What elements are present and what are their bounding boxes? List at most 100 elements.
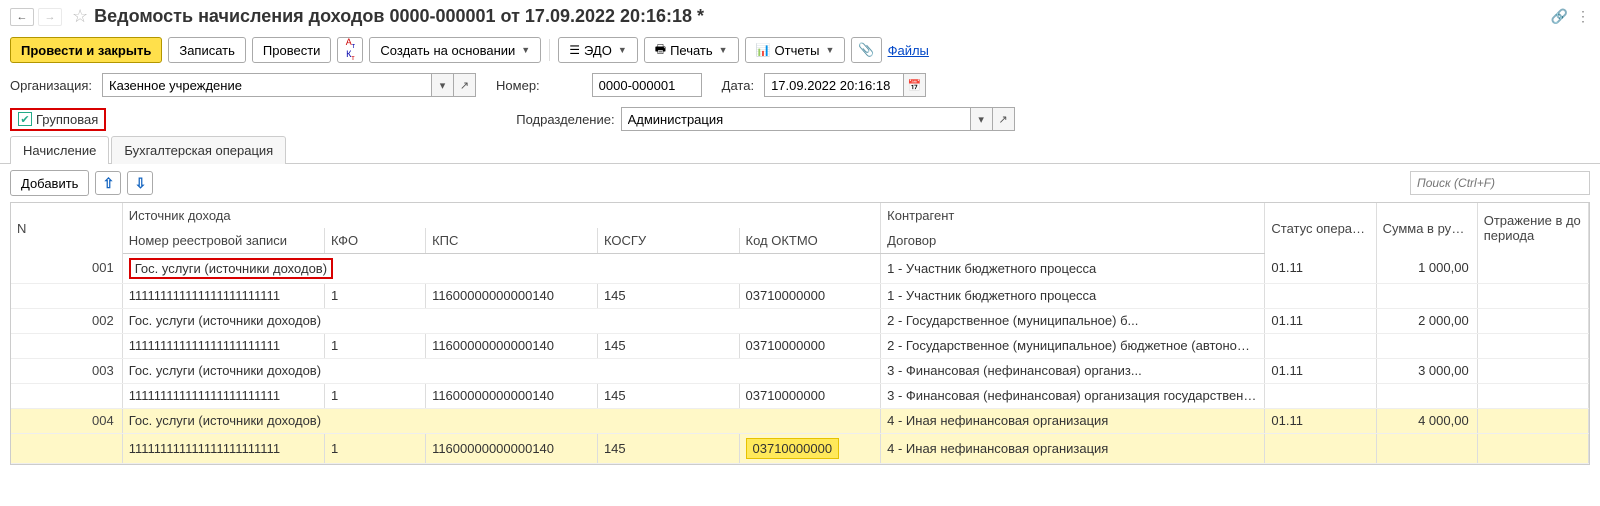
cell-reflection[interactable]	[1477, 308, 1588, 333]
write-button[interactable]: Записать	[168, 37, 246, 63]
more-icon[interactable]: ⋮	[1576, 8, 1590, 25]
cell-kosgu[interactable]: 145	[597, 333, 739, 358]
col-contract[interactable]: Договор	[881, 228, 1265, 253]
cell-kfo[interactable]: 1	[324, 333, 425, 358]
dropdown-icon[interactable]: ▾	[971, 107, 993, 131]
dropdown-icon[interactable]: ▾	[432, 73, 454, 97]
col-kosgu[interactable]: КОСГУ	[597, 228, 739, 253]
table-row[interactable]: 004Гос. услуги (источники доходов)4 - Ин…	[11, 408, 1589, 433]
table-row[interactable]: 003Гос. услуги (источники доходов)3 - Фи…	[11, 358, 1589, 383]
cell-n: 001	[11, 253, 122, 283]
dtkt-icon-button[interactable]: АтКт	[337, 37, 363, 63]
post-button[interactable]: Провести	[252, 37, 332, 63]
move-up-button[interactable]: ⇧	[95, 171, 121, 195]
tab-accrual[interactable]: Начисление	[10, 136, 109, 164]
cell-amount[interactable]: 3 000,00	[1376, 358, 1477, 383]
nav-back-button[interactable]: ←	[10, 8, 34, 26]
cell-status[interactable]: 01.11	[1265, 253, 1376, 283]
table-row-detail[interactable]: 1111111111111111111111111116000000000001…	[11, 383, 1589, 408]
cell-source[interactable]: Гос. услуги (источники доходов)	[122, 253, 880, 283]
nav-forward-button[interactable]: →	[38, 8, 62, 26]
cell-contract[interactable]: 4 - Иная нефинансовая организация	[881, 433, 1265, 463]
col-income-source[interactable]: Источник дохода	[122, 203, 880, 228]
cell-reflection[interactable]	[1477, 253, 1588, 283]
date-input[interactable]	[764, 73, 904, 97]
col-counterparty[interactable]: Контрагент	[881, 203, 1265, 228]
table-row-detail[interactable]: 1111111111111111111111111116000000000001…	[11, 433, 1589, 463]
cell-kfo[interactable]: 1	[324, 383, 425, 408]
cell-kps[interactable]: 11600000000000140	[426, 333, 598, 358]
cell-contract[interactable]: 3 - Финансовая (нефинансовая) организаци…	[881, 383, 1265, 408]
calendar-icon[interactable]: 📅	[904, 73, 926, 97]
cell-oktmo[interactable]: 03710000000	[739, 283, 881, 308]
dtkt-icon: АтКт	[346, 38, 355, 62]
cell-kps[interactable]: 11600000000000140	[426, 433, 598, 463]
cell-contract[interactable]: 1 - Участник бюджетного процесса	[881, 283, 1265, 308]
col-oktmo[interactable]: Код ОКТМО	[739, 228, 881, 253]
open-icon[interactable]: ↗	[454, 73, 476, 97]
files-link[interactable]: Файлы	[888, 43, 929, 58]
cell-counterparty[interactable]: 3 - Финансовая (нефинансовая) организ...	[881, 358, 1265, 383]
cell-oktmo[interactable]: 03710000000	[739, 383, 881, 408]
col-n[interactable]: N	[11, 203, 122, 253]
group-checkbox-annotation: ✔ Групповая	[10, 108, 106, 131]
cell-counterparty[interactable]: 2 - Государственное (муниципальное) б...	[881, 308, 1265, 333]
cell-kps[interactable]: 11600000000000140	[426, 383, 598, 408]
table-row-detail[interactable]: 1111111111111111111111111116000000000001…	[11, 333, 1589, 358]
cell-registry[interactable]: 111111111111111111111111	[122, 333, 324, 358]
cell-source[interactable]: Гос. услуги (источники доходов)	[122, 358, 880, 383]
cell-counterparty[interactable]: 4 - Иная нефинансовая организация	[881, 408, 1265, 433]
group-checkbox-label: Групповая	[36, 112, 98, 127]
col-amount[interactable]: Сумма в рублях	[1376, 203, 1477, 253]
cell-oktmo[interactable]: 03710000000	[739, 433, 881, 463]
col-reflection[interactable]: Отражение в до периода	[1477, 203, 1588, 253]
col-registry[interactable]: Номер реестровой записи	[122, 228, 324, 253]
tab-accounting-operation[interactable]: Бухгалтерская операция	[111, 136, 286, 164]
attachment-button[interactable]: 📎	[851, 37, 881, 63]
cell-status[interactable]: 01.11	[1265, 308, 1376, 333]
table-row[interactable]: 002Гос. услуги (источники доходов)2 - Го…	[11, 308, 1589, 333]
cell-amount[interactable]: 2 000,00	[1376, 308, 1477, 333]
col-kfo[interactable]: КФО	[324, 228, 425, 253]
cell-status[interactable]: 01.11	[1265, 358, 1376, 383]
cell-amount[interactable]: 4 000,00	[1376, 408, 1477, 433]
organization-input[interactable]	[102, 73, 432, 97]
cell-counterparty[interactable]: 1 - Участник бюджетного процесса	[881, 253, 1265, 283]
col-kps[interactable]: КПС	[426, 228, 598, 253]
cell-registry[interactable]: 111111111111111111111111	[122, 283, 324, 308]
cell-status[interactable]: 01.11	[1265, 408, 1376, 433]
cell-contract[interactable]: 2 - Государственное (муниципальное) бюдж…	[881, 333, 1265, 358]
create-based-on-button[interactable]: Создать на основании▼	[369, 37, 541, 63]
move-down-button[interactable]: ⇩	[127, 171, 153, 195]
number-input[interactable]	[592, 73, 702, 97]
table-search-input[interactable]	[1410, 171, 1590, 195]
edo-button[interactable]: ☰ ЭДО▼	[558, 37, 638, 63]
cell-oktmo[interactable]: 03710000000	[739, 333, 881, 358]
cell-kps[interactable]: 11600000000000140	[426, 283, 598, 308]
cell-kosgu[interactable]: 145	[597, 283, 739, 308]
cell-kfo[interactable]: 1	[324, 433, 425, 463]
cell-reflection[interactable]	[1477, 358, 1588, 383]
table-row[interactable]: 001Гос. услуги (источники доходов)1 - Уч…	[11, 253, 1589, 283]
reports-button[interactable]: 📊 Отчеты▼	[745, 37, 846, 63]
table-row-detail[interactable]: 1111111111111111111111111116000000000001…	[11, 283, 1589, 308]
cell-source[interactable]: Гос. услуги (источники доходов)	[122, 308, 880, 333]
post-and-close-button[interactable]: Провести и закрыть	[10, 37, 162, 63]
cell-registry[interactable]: 111111111111111111111111	[122, 433, 324, 463]
cell-kosgu[interactable]: 145	[597, 433, 739, 463]
cell-source[interactable]: Гос. услуги (источники доходов)	[122, 408, 880, 433]
col-status[interactable]: Статус операции	[1265, 203, 1376, 253]
cell-kosgu[interactable]: 145	[597, 383, 739, 408]
link-icon[interactable]: 🔗	[1551, 8, 1568, 25]
add-button[interactable]: Добавить	[10, 170, 89, 196]
reports-icon: 📊	[756, 43, 771, 57]
group-checkbox[interactable]: ✔	[18, 112, 32, 126]
open-icon[interactable]: ↗	[993, 107, 1015, 131]
cell-kfo[interactable]: 1	[324, 283, 425, 308]
favorite-star-icon[interactable]: ☆	[72, 6, 88, 27]
cell-registry[interactable]: 111111111111111111111111	[122, 383, 324, 408]
subdivision-input[interactable]	[621, 107, 971, 131]
cell-amount[interactable]: 1 000,00	[1376, 253, 1477, 283]
cell-reflection[interactable]	[1477, 408, 1588, 433]
print-button[interactable]: 🖶 Печать▼	[644, 37, 739, 63]
